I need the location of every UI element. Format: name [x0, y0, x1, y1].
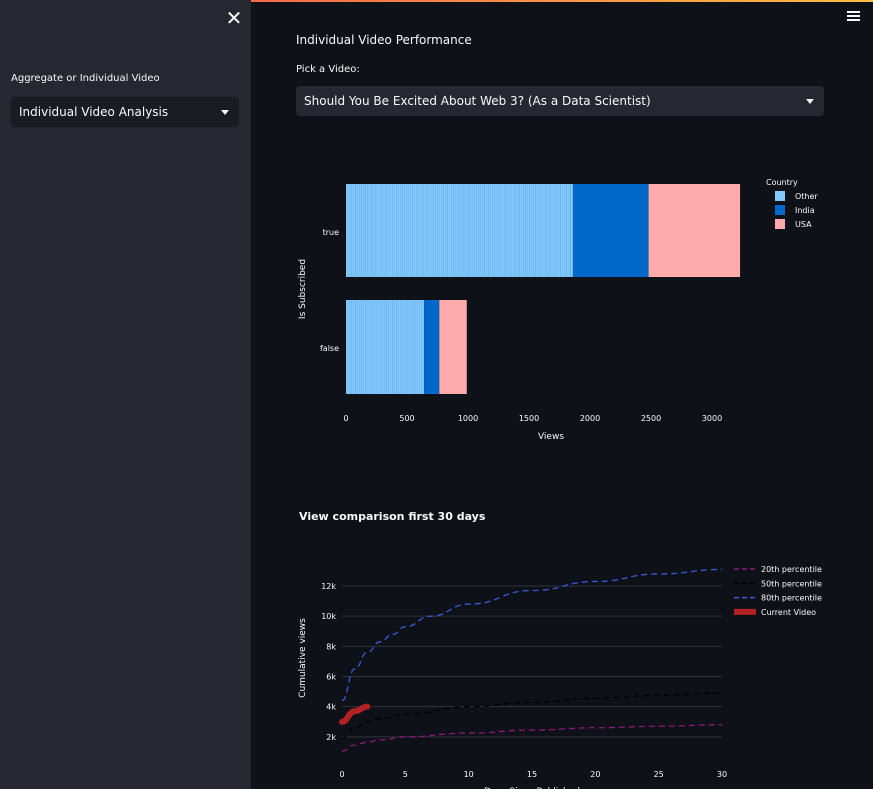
bar-false-india [424, 300, 440, 394]
legend-title: Country [766, 178, 798, 187]
chart-title: View comparison first 30 days [299, 510, 486, 523]
legend-label: Current Video [761, 608, 816, 617]
legend-swatch-usa [775, 219, 785, 229]
y-tick-label: 6k [326, 673, 336, 682]
x-tick-label: 15 [527, 770, 537, 779]
y-tick-label: true [323, 228, 339, 237]
x-tick-label: 1000 [458, 414, 478, 423]
legend-label: 20th percentile [761, 565, 822, 574]
x-tick-label: 20 [590, 770, 600, 779]
x-tick-label: 1500 [519, 414, 539, 423]
x-tick-label: 5 [403, 770, 408, 779]
y-tick-label: false [320, 344, 339, 353]
bar-true-india [572, 184, 649, 277]
series-line-80th-percentile [341, 568, 723, 702]
bar-false-usa [439, 300, 467, 394]
legend-swatch-other [775, 191, 785, 201]
series-line-current-video [339, 703, 371, 725]
bar-true-usa [648, 184, 741, 277]
series-line-50th-percentile [341, 692, 723, 739]
charts-canvas: true false 0 500 1000 1500 2000 2500 3000 Views Is… [298, 178, 822, 789]
y-tick-label: 8k [326, 642, 336, 651]
legend-label: 80th percentile [761, 594, 822, 603]
x-axis-label: Views [538, 432, 564, 442]
legend-label-india: India [795, 206, 815, 215]
y-axis-label: Cumulative views [298, 618, 308, 698]
x-tick-label: 25 [654, 770, 664, 779]
legend-label-usa: USA [795, 220, 812, 229]
legend-label: 50th percentile [761, 579, 822, 588]
legend-swatch-india [775, 205, 785, 215]
x-tick-label: 500 [399, 414, 414, 423]
x-tick-label: 10 [464, 770, 474, 779]
y-tick-label: 4k [326, 703, 336, 712]
x-tick-label: 2500 [641, 414, 661, 423]
x-tick-label: 0 [343, 414, 348, 423]
y-axis-label: Is Subscribed [298, 259, 308, 319]
y-tick-label: 12k [321, 582, 336, 591]
x-tick-label: 30 [717, 770, 727, 779]
y-tick-label: 2k [326, 733, 336, 742]
y-tick-label: 10k [321, 612, 336, 621]
x-tick-label: 3000 [702, 414, 722, 423]
x-tick-label: 0 [339, 770, 344, 779]
legend-label-other: Other [795, 192, 818, 201]
x-tick-label: 2000 [580, 414, 600, 423]
series-line-20th-percentile [341, 724, 723, 752]
